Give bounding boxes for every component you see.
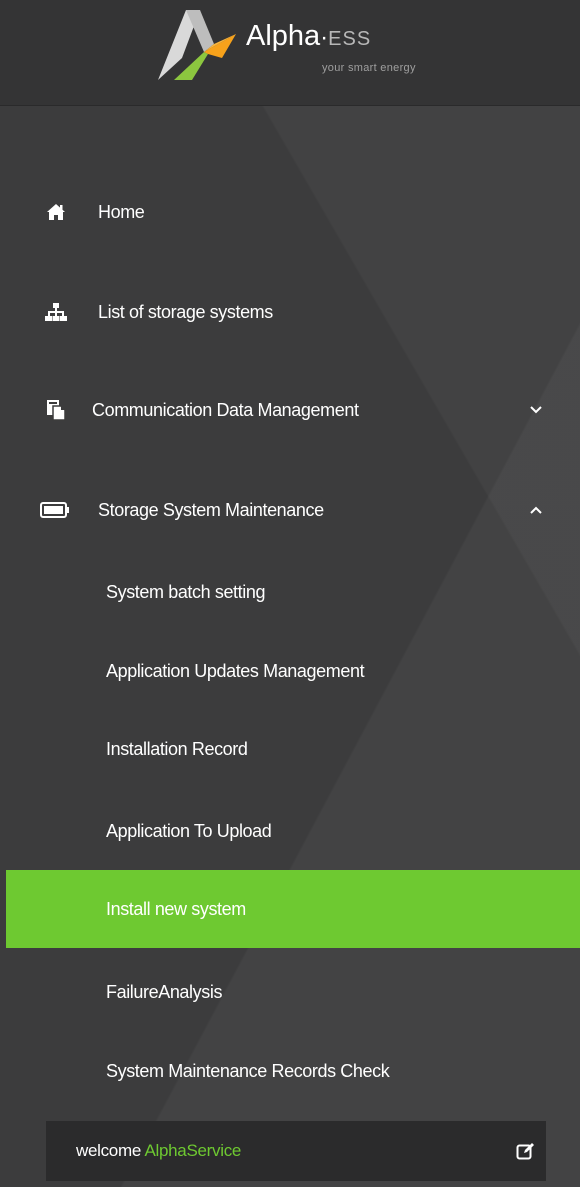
sidebar: Alpha·ESS your smart energy Home List of…: [0, 0, 580, 1187]
menu-item-communication-data[interactable]: Communication Data Management: [0, 380, 580, 440]
submenu-item-label: Installation Record: [106, 738, 248, 759]
copy-icon: [44, 398, 68, 422]
chevron-up-icon[interactable]: [528, 502, 544, 518]
welcome-label: welcome: [76, 1141, 141, 1160]
username[interactable]: AlphaService: [144, 1141, 241, 1160]
home-icon: [44, 200, 68, 224]
chevron-down-icon[interactable]: [528, 402, 544, 418]
logo-header: Alpha·ESS your smart energy: [0, 0, 580, 106]
battery-icon: [40, 498, 70, 522]
brand-tagline: your smart energy: [322, 62, 416, 74]
submenu-item-app-updates[interactable]: Application Updates Management: [6, 632, 580, 710]
submenu-item-label: Install new system: [106, 898, 246, 919]
menu-item-label: List of storage systems: [98, 301, 273, 322]
brand-dot: ·: [320, 24, 329, 51]
menu-item-label: Home: [98, 201, 145, 222]
sitemap-icon: [44, 300, 68, 324]
submenu-item-maintenance-records[interactable]: System Maintenance Records Check: [6, 1032, 580, 1110]
submenu-item-install-new-system[interactable]: Install new system: [6, 870, 580, 948]
submenu-item-label: FailureAnalysis: [106, 981, 223, 1002]
alpha-logo-icon: [158, 10, 236, 80]
submenu-item-label: Application Updates Management: [106, 660, 365, 681]
submenu-item-failure-analysis[interactable]: FailureAnalysis: [6, 953, 580, 1031]
submenu-item-batch-setting[interactable]: System batch setting: [6, 553, 580, 631]
edit-icon[interactable]: [516, 1141, 536, 1161]
brand-alpha: Alpha: [246, 20, 321, 52]
welcome-message: welcome AlphaService: [76, 1141, 241, 1161]
menu-item-storage-systems[interactable]: List of storage systems: [0, 282, 580, 342]
welcome-bar: welcome AlphaService: [46, 1121, 546, 1181]
submenu-item-label: System batch setting: [106, 581, 266, 602]
submenu-item-installation-record[interactable]: Installation Record: [6, 710, 580, 788]
submenu-item-label: System Maintenance Records Check: [106, 1060, 390, 1081]
brand-name: Alpha·ESS: [246, 20, 371, 53]
menu-item-label: Storage System Maintenance: [98, 499, 324, 520]
brand-suffix: ESS: [328, 28, 372, 50]
menu-item-label: Communication Data Management: [92, 399, 359, 420]
submenu-item-label: Application To Upload: [106, 820, 272, 841]
menu-item-home[interactable]: Home: [0, 182, 580, 242]
menu-item-storage-maintenance[interactable]: Storage System Maintenance: [0, 480, 580, 540]
submenu-item-app-upload[interactable]: Application To Upload: [6, 792, 580, 870]
